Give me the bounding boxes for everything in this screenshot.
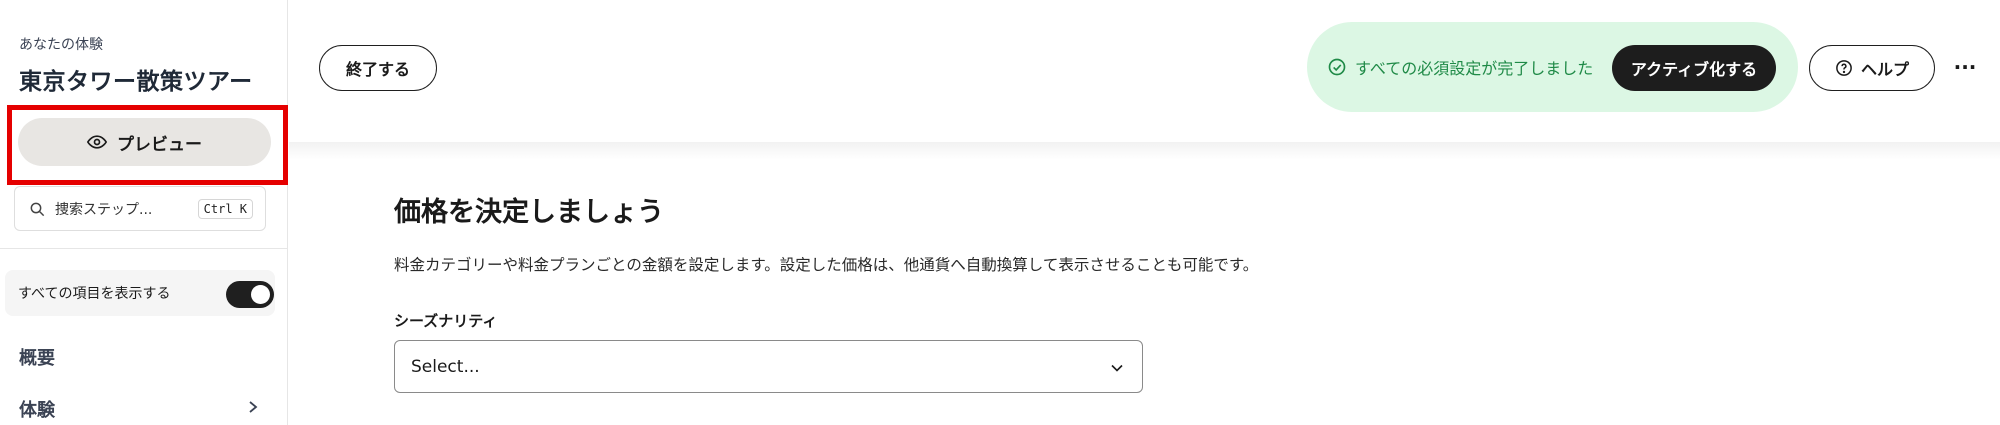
status-banner: すべての必須設定が完了しました アクティブ化する — [1307, 22, 1798, 112]
eye-icon — [87, 135, 107, 149]
chevron-down-icon — [1111, 364, 1123, 372]
experience-label: あなたの体験 — [19, 37, 103, 53]
sidebar-item-overview[interactable]: 概要 — [19, 344, 55, 370]
sidebar-item-experience[interactable]: 体験 — [19, 396, 55, 422]
search-icon — [30, 202, 45, 216]
seasonality-label: シーズナリティ — [394, 312, 498, 330]
show-all-row: すべての項目を表示する — [5, 270, 275, 316]
page-description: 料金カテゴリーや料金プランごとの金額を設定します。設定した価格は、他通貨へ自動換… — [394, 256, 1259, 274]
status-text: すべての必須設定が完了しました — [1355, 59, 1594, 78]
status-message: すべての必須設定が完了しました — [1327, 22, 1593, 112]
chevron-right-icon — [249, 401, 258, 413]
end-button[interactable]: 終了する — [319, 45, 437, 91]
activate-button[interactable]: アクティブ化する — [1612, 45, 1776, 91]
show-all-toggle[interactable] — [226, 281, 274, 308]
seasonality-value: Select... — [411, 356, 480, 377]
search-input[interactable]: 捜索ステップ... Ctrl K — [14, 186, 266, 231]
header-divider — [289, 142, 2000, 160]
sidebar: あなたの体験 東京タワー散策ツアー プレビュー 捜索ステップ... Ctrl K… — [0, 0, 288, 425]
search-placeholder: 捜索ステップ... — [55, 201, 153, 218]
show-all-label: すべての項目を表示する — [18, 286, 171, 302]
preview-button[interactable]: プレビュー — [18, 118, 271, 166]
more-options-button[interactable]: ··· — [1950, 52, 1980, 82]
help-label: ヘルプ — [1860, 60, 1909, 79]
question-circle-icon — [1836, 60, 1852, 76]
toggle-knob — [251, 285, 270, 304]
sidebar-divider — [0, 248, 288, 249]
page-title: 価格を決定しましょう — [394, 197, 664, 228]
seasonality-select[interactable]: Select... — [394, 340, 1143, 393]
help-button[interactable]: ヘルプ — [1809, 45, 1935, 91]
experience-title: 東京タワー散策ツアー — [19, 69, 253, 95]
check-circle-icon — [1328, 58, 1346, 76]
search-shortcut: Ctrl K — [197, 199, 253, 219]
preview-label: プレビュー — [117, 134, 202, 155]
